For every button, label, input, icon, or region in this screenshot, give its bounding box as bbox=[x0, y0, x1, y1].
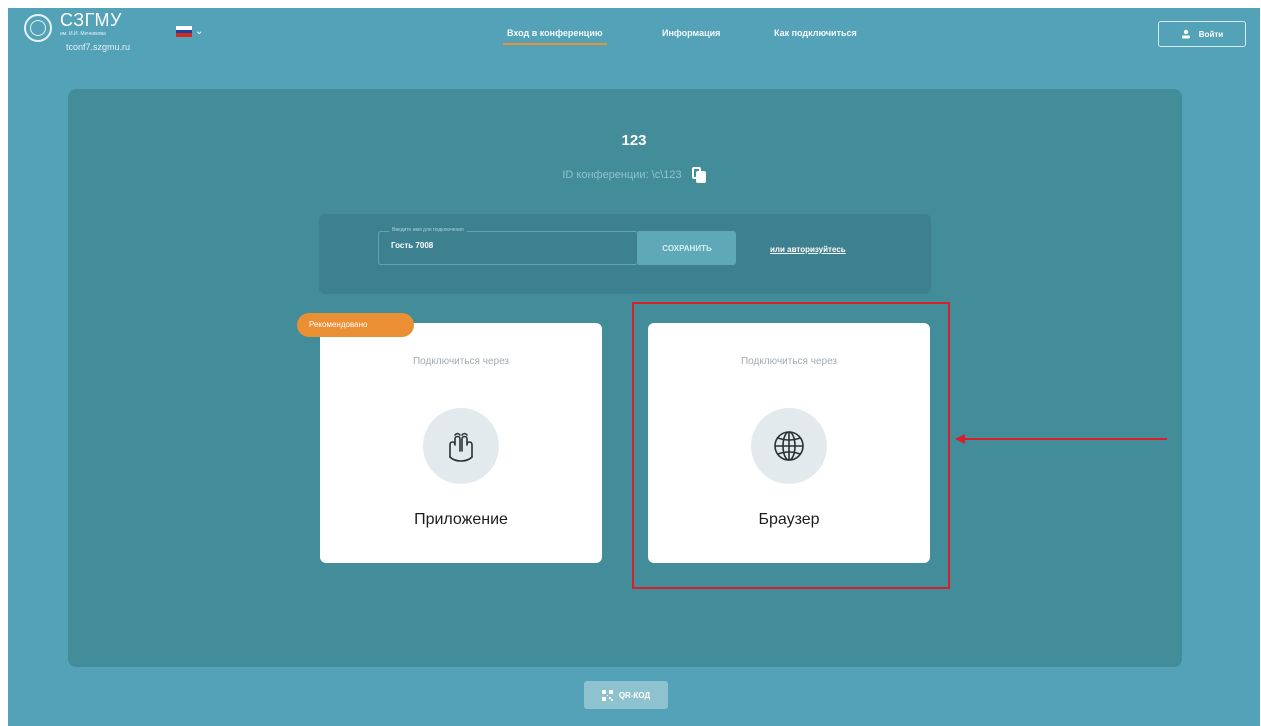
guest-name-form: Введите имя для подключения СОХРАНИТЬ ил… bbox=[319, 214, 931, 294]
qr-code-button[interactable]: QR-КОД bbox=[584, 681, 668, 709]
nav-how-to-connect[interactable]: Как подключиться bbox=[774, 28, 857, 38]
conference-title: 123 bbox=[621, 132, 647, 149]
login-button[interactable]: Войти bbox=[1158, 21, 1246, 47]
authorize-link[interactable]: или авторизуйтесь bbox=[770, 245, 846, 254]
guest-name-field: Введите имя для подключения bbox=[378, 227, 638, 265]
card-title: Приложение bbox=[414, 511, 508, 528]
user-icon bbox=[1181, 29, 1190, 39]
top-navigation: Вход в конференцию Информация Как подклю… bbox=[8, 28, 1260, 48]
icon-circle bbox=[423, 408, 499, 484]
app-window: СЗГМУ им. И.И. Мечникова tconf7.szgmu.ru… bbox=[8, 8, 1260, 726]
icon-circle bbox=[751, 408, 827, 484]
login-label: Войти bbox=[1198, 29, 1224, 39]
conference-id-row: ID конференции: \c\123 bbox=[8, 167, 1260, 183]
card-subtitle: Подключиться через bbox=[412, 356, 509, 367]
qr-code-label: QR-КОД bbox=[618, 690, 651, 700]
nav-information[interactable]: Информация bbox=[662, 28, 720, 38]
nav-join-conference[interactable]: Вход в конференцию bbox=[503, 28, 607, 45]
globe-icon bbox=[774, 431, 804, 461]
connect-via-app-card[interactable]: Подключиться через Приложение bbox=[320, 323, 602, 563]
guest-name-input[interactable] bbox=[389, 240, 633, 251]
conference-id: ID конференции: \c\123 bbox=[562, 169, 682, 181]
card-subtitle: Подключиться через bbox=[740, 356, 837, 367]
copy-icon[interactable] bbox=[691, 167, 706, 183]
card-title: Браузер bbox=[758, 511, 820, 528]
app-hands-icon bbox=[449, 432, 473, 462]
recommended-badge: Рекомендовано bbox=[297, 313, 414, 337]
guest-name-label: Введите имя для подключения bbox=[389, 227, 467, 233]
qr-code-icon bbox=[601, 689, 613, 701]
connect-via-browser-card[interactable]: Подключиться через Браузер bbox=[648, 323, 930, 563]
save-name-button[interactable]: СОХРАНИТЬ bbox=[638, 231, 736, 265]
